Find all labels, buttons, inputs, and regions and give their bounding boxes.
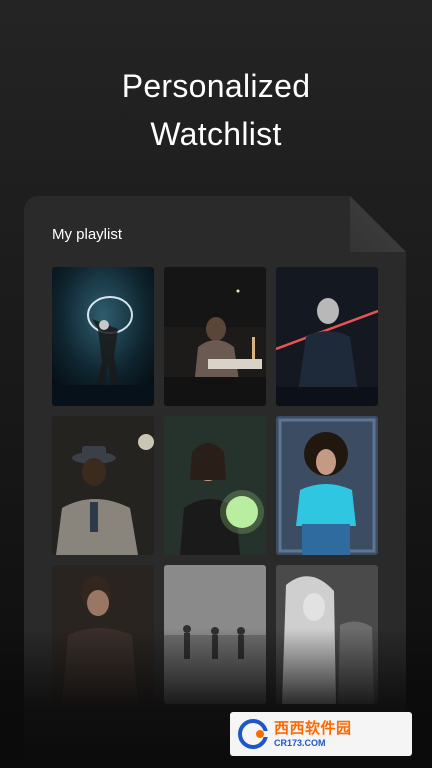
playlist-title: My playlist <box>52 226 123 243</box>
playlist-tile-3[interactable] <box>276 267 378 406</box>
poster-man-in-hat-image <box>52 416 154 555</box>
watermark-logo-icon <box>238 719 268 749</box>
watermark-brand: 西西软件园 <box>274 719 352 737</box>
playlist-tile-6[interactable] <box>276 416 378 555</box>
poster-figures-in-fog-image <box>164 565 266 704</box>
playlist-tile-1[interactable] <box>52 267 154 406</box>
playlist-card: My playlist <box>24 196 406 768</box>
poster-bride-image <box>276 565 378 704</box>
poster-couple-image <box>52 565 154 704</box>
poster-woman-with-glowing-orb-image <box>164 416 266 555</box>
page-title-line-1: Personalized <box>121 68 311 104</box>
page-title-line-2: Watchlist <box>150 116 282 152</box>
onboarding-screen: Personalized Watchlist My playlist 西西软件园… <box>0 0 432 768</box>
page-title: Personalized Watchlist <box>0 62 432 158</box>
poster-woman-on-rug-image <box>276 416 378 555</box>
watermark-url: CR173.COM <box>274 737 326 748</box>
poster-masked-figure-image <box>276 267 378 406</box>
playlist-tile-9[interactable] <box>276 565 378 704</box>
playlist-tile-7[interactable] <box>52 565 154 704</box>
playlist-tile-8[interactable] <box>164 565 266 704</box>
playlist-tile-4[interactable] <box>52 416 154 555</box>
poster-light-ring-image <box>52 267 154 406</box>
site-watermark: 西西软件园 CR173.COM <box>230 712 412 756</box>
playlist-tile-2[interactable] <box>164 267 266 406</box>
card-folded-corner <box>350 196 406 252</box>
playlist-tile-5[interactable] <box>164 416 266 555</box>
poster-woman-writing-image <box>164 267 266 406</box>
